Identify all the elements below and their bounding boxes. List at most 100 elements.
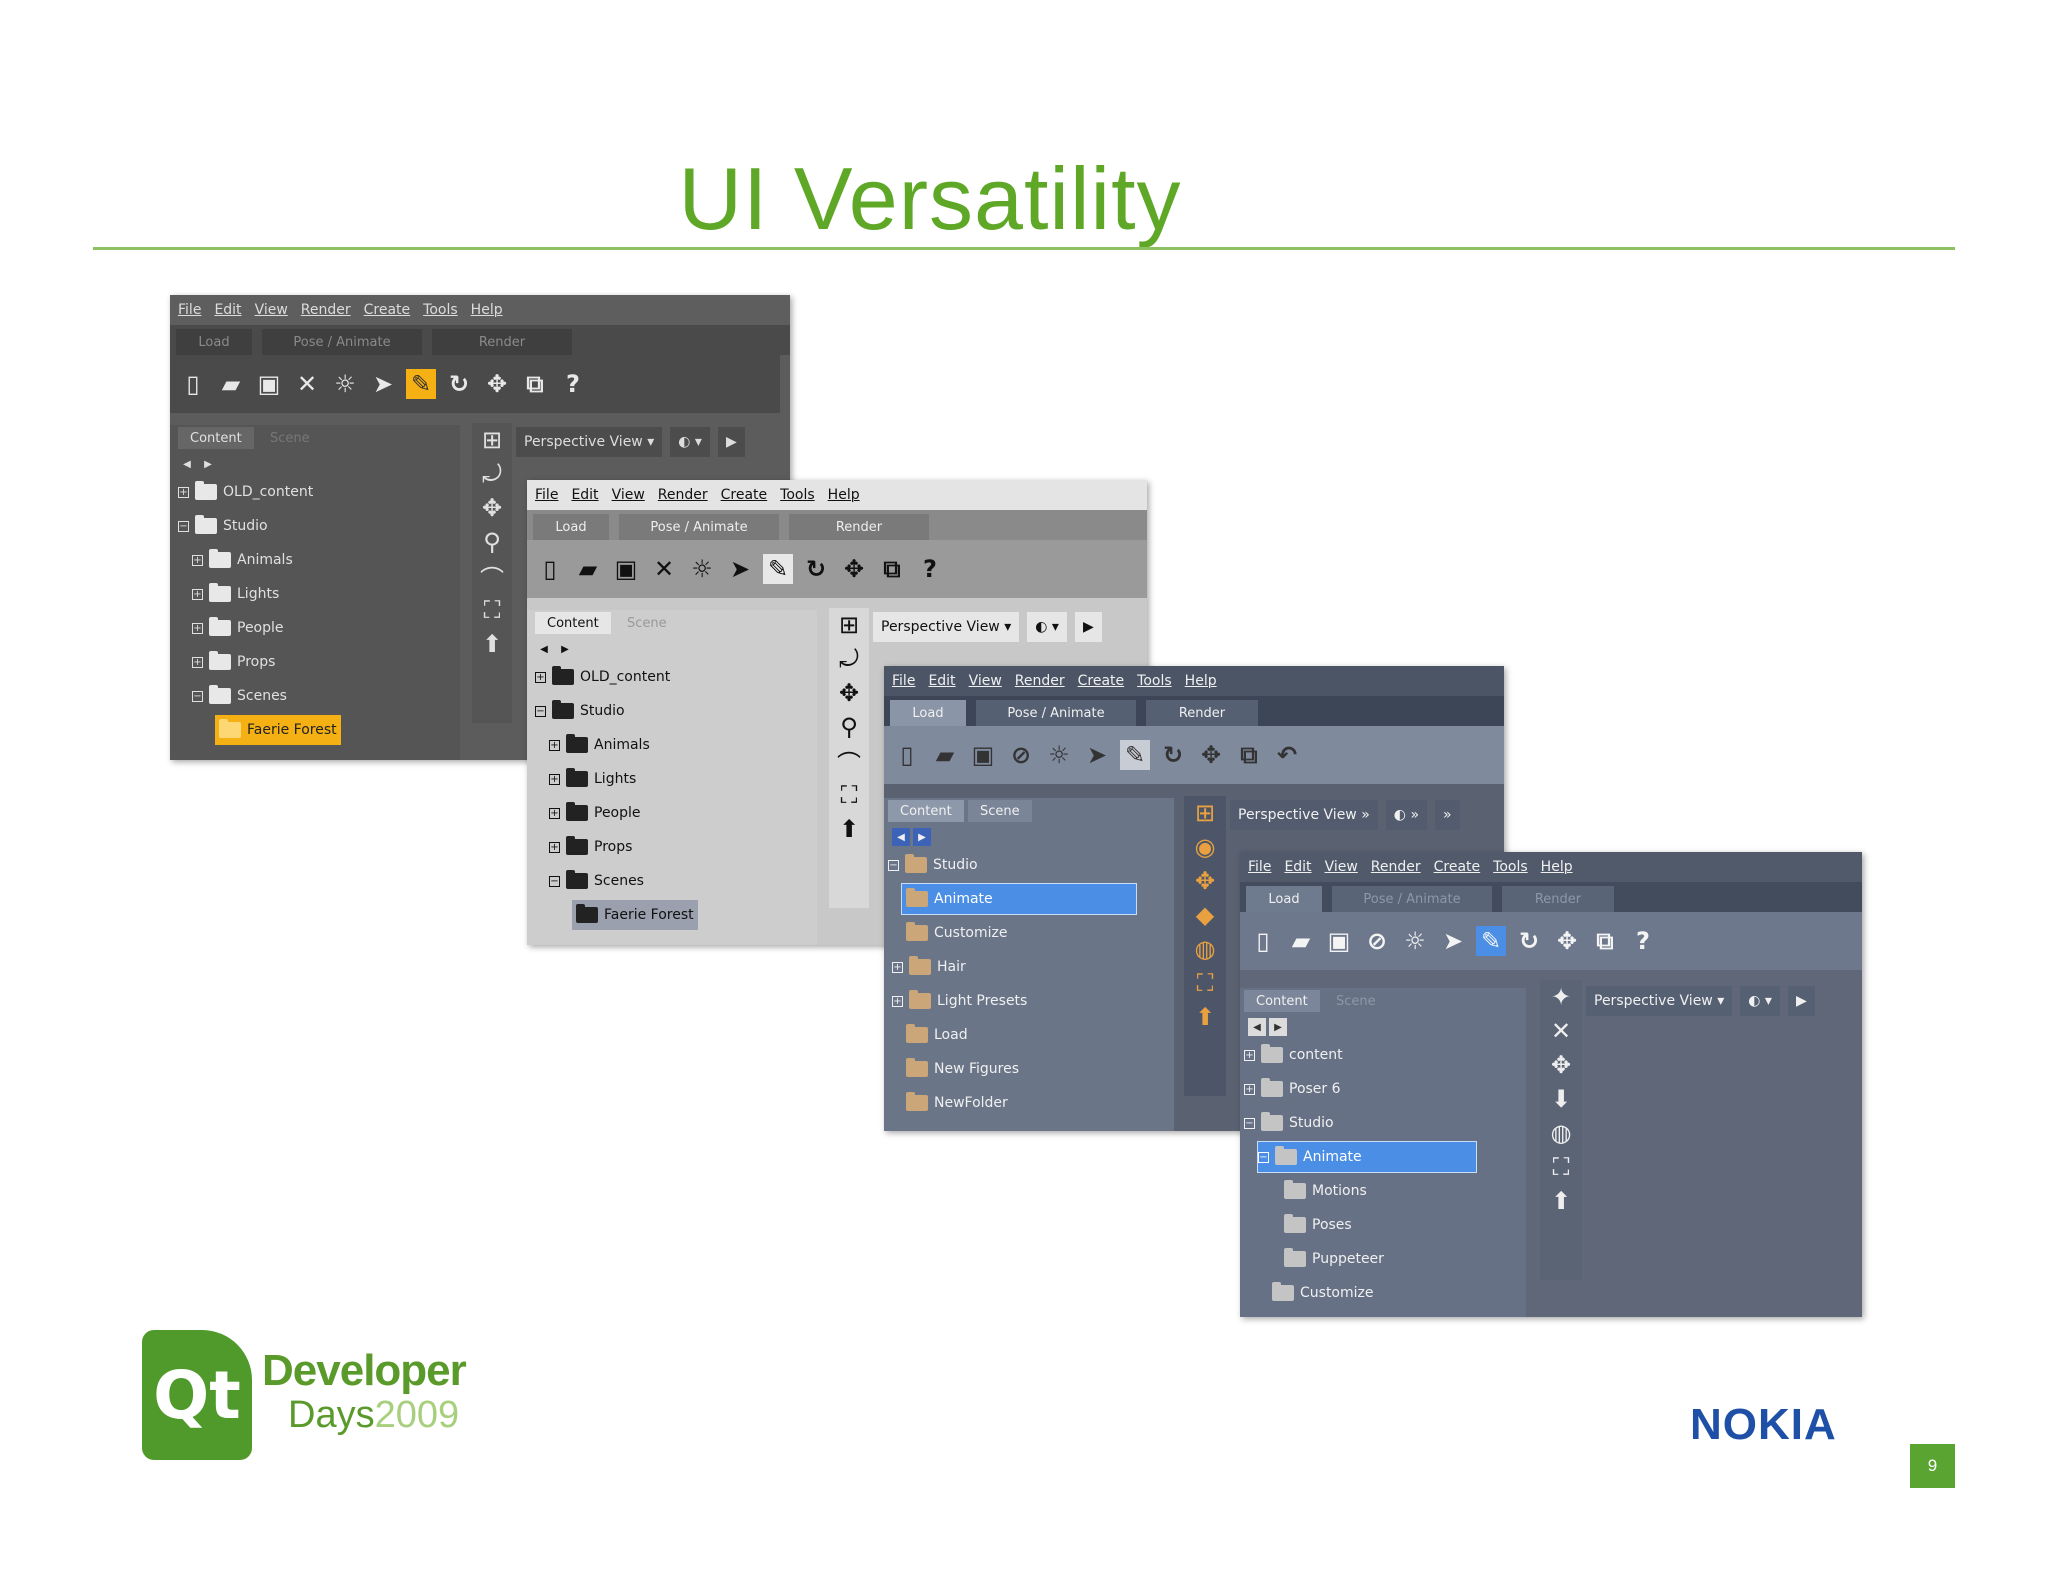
rotate-icon[interactable]: ↻ (444, 369, 474, 399)
menu-tools[interactable]: Tools (1137, 673, 1172, 689)
save-icon[interactable]: ▣ (254, 369, 284, 399)
select-icon[interactable]: ➤ (1082, 740, 1112, 770)
move-icon[interactable]: ✥ (482, 369, 512, 399)
tree-item[interactable]: + Poser 6 (1244, 1074, 1341, 1104)
pan-icon[interactable]: ✥ (1188, 864, 1222, 898)
tree-item[interactable]: + People (549, 798, 641, 828)
new-icon[interactable]: ▯ (892, 740, 922, 770)
tab-render[interactable]: Render (432, 329, 572, 355)
tilt-icon[interactable]: ⌒ (475, 559, 509, 593)
tree-item[interactable]: + OLD_content (178, 477, 313, 507)
menu-edit[interactable]: Edit (1284, 859, 1311, 875)
tree-item[interactable]: Customize (1272, 1278, 1374, 1308)
help-icon[interactable]: ? (558, 369, 588, 399)
menu-help[interactable]: Help (1541, 859, 1573, 875)
pan-icon[interactable]: ✥ (1544, 1048, 1578, 1082)
frame-icon[interactable]: ⛶ (1188, 966, 1222, 1000)
play-icon[interactable]: ▶ (1787, 986, 1815, 1016)
menu-file[interactable]: File (535, 487, 558, 503)
menu-edit[interactable]: Edit (571, 487, 598, 503)
forward-icon[interactable]: ▶ (913, 828, 931, 846)
tree-item[interactable]: − Studio (888, 850, 978, 880)
view-select[interactable]: Perspective View ▾ (516, 427, 663, 457)
zoom-icon[interactable]: ⚲ (475, 525, 509, 559)
orbit-icon[interactable]: ◉ (1188, 830, 1222, 864)
tab-scene[interactable]: Scene (1324, 990, 1388, 1012)
new-icon[interactable]: ▯ (1248, 926, 1278, 956)
back-icon[interactable]: ◀ (535, 640, 553, 658)
menu-create[interactable]: Create (721, 487, 768, 503)
up-icon[interactable]: ⬆ (475, 627, 509, 661)
up-icon[interactable]: ⬆ (1544, 1184, 1578, 1218)
select-icon[interactable]: ➤ (368, 369, 398, 399)
tilt-icon[interactable]: ◍ (1544, 1116, 1578, 1150)
menu-create[interactable]: Create (1434, 859, 1481, 875)
help-icon[interactable]: ? (1628, 926, 1658, 956)
tab-load[interactable]: Load (533, 514, 609, 540)
help-icon[interactable]: ↶ (1272, 740, 1302, 770)
open-icon[interactable]: ▰ (1286, 926, 1316, 956)
frame-icon[interactable]: ⛶ (1544, 1150, 1578, 1184)
back-icon[interactable]: ◀ (892, 828, 910, 846)
zoom-icon[interactable]: ⬇ (1544, 1082, 1578, 1116)
rotate-icon[interactable]: ↻ (801, 554, 831, 584)
play-icon[interactable]: ▶ (717, 427, 745, 457)
menu-tools[interactable]: Tools (1493, 859, 1528, 875)
up-icon[interactable]: ⬆ (1188, 1000, 1222, 1034)
tree-item-selected[interactable]: Faerie Forest (572, 900, 698, 930)
move-icon[interactable]: ✥ (1196, 740, 1226, 770)
tree-item[interactable]: New Figures (906, 1054, 1019, 1084)
shading-icon[interactable]: ◐ ▾ (1740, 986, 1780, 1016)
scale-icon[interactable]: ⧉ (877, 554, 907, 584)
menu-create[interactable]: Create (1078, 673, 1125, 689)
tab-content[interactable]: Content (888, 800, 964, 822)
menu-edit[interactable]: Edit (928, 673, 955, 689)
orbit-icon[interactable]: ⤾ (832, 642, 866, 676)
view-select[interactable]: Perspective View ▾ (1586, 986, 1733, 1016)
view-select[interactable]: Perspective View » (1230, 800, 1378, 830)
tab-render[interactable]: Render (1146, 700, 1258, 726)
tilt-icon[interactable]: ◍ (1188, 932, 1222, 966)
scale-icon[interactable]: ⧉ (520, 369, 550, 399)
view-select[interactable]: Perspective View ▾ (873, 612, 1020, 642)
save-icon[interactable]: ▣ (1324, 926, 1354, 956)
tree-item[interactable]: NewFolder (906, 1088, 1008, 1118)
menu-render[interactable]: Render (301, 302, 351, 318)
tab-pose-animate[interactable]: Pose / Animate (976, 700, 1136, 726)
rotate-icon[interactable]: ↻ (1158, 740, 1188, 770)
menu-tools[interactable]: Tools (423, 302, 458, 318)
bone-icon[interactable]: ✎ (1476, 926, 1506, 956)
tree-item[interactable]: + Props (192, 647, 275, 677)
tab-scene[interactable]: Scene (968, 800, 1032, 822)
orbit-icon[interactable]: ✕ (1544, 1014, 1578, 1048)
tab-render[interactable]: Render (1502, 886, 1614, 912)
menu-help[interactable]: Help (1185, 673, 1217, 689)
menu-view[interactable]: View (969, 673, 1002, 689)
menu-render[interactable]: Render (1371, 859, 1421, 875)
grid-icon[interactable]: ✦ (1544, 980, 1578, 1014)
play-icon[interactable]: ▶ (1074, 612, 1102, 642)
tree-item[interactable]: + content (1244, 1040, 1343, 1070)
move-icon[interactable]: ✥ (1552, 926, 1582, 956)
tree-item[interactable]: + Animals (549, 730, 650, 760)
orbit-icon[interactable]: ⤾ (475, 457, 509, 491)
tree-item[interactable]: − Studio (178, 511, 268, 541)
shading-icon[interactable]: ◐ » (1385, 800, 1428, 830)
new-icon[interactable]: ▯ (535, 554, 565, 584)
move-icon[interactable]: ✥ (839, 554, 869, 584)
tab-content[interactable]: Content (1244, 990, 1320, 1012)
tab-load[interactable]: Load (176, 329, 252, 355)
menu-edit[interactable]: Edit (214, 302, 241, 318)
frame-icon[interactable]: ⛶ (832, 778, 866, 812)
tree-item-selected[interactable]: − Animate (1257, 1141, 1477, 1173)
save-icon[interactable]: ▣ (968, 740, 998, 770)
tree-item[interactable]: + Lights (549, 764, 636, 794)
open-icon[interactable]: ▰ (216, 369, 246, 399)
tilt-icon[interactable]: ⌒ (832, 744, 866, 778)
tree-item-selected[interactable]: Animate (901, 883, 1137, 915)
select-icon[interactable]: ➤ (725, 554, 755, 584)
tab-content[interactable]: Content (535, 612, 611, 634)
tree-item[interactable]: + OLD_content (535, 662, 670, 692)
menu-file[interactable]: File (1248, 859, 1271, 875)
tree-item[interactable]: + Light Presets (892, 986, 1027, 1016)
